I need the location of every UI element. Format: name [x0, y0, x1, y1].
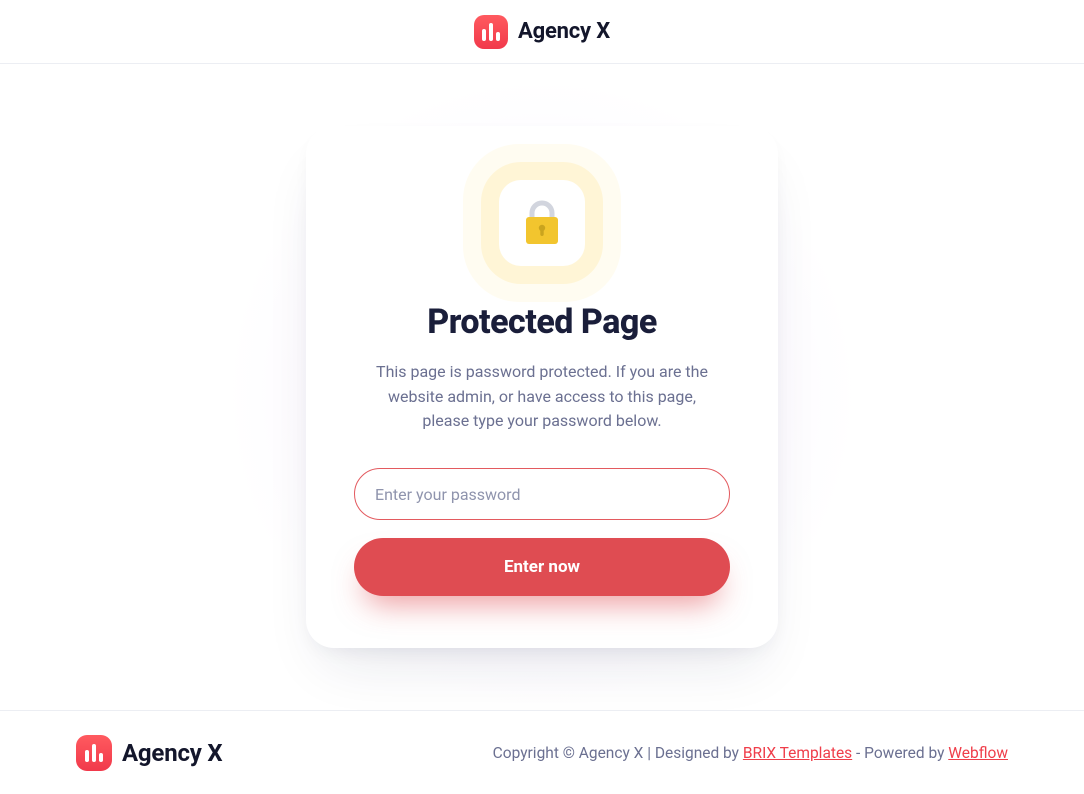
page-title: Protected Page — [354, 302, 730, 342]
brand-name: Agency X — [122, 739, 222, 767]
lock-icon — [520, 199, 564, 247]
brand-logo-link[interactable]: Agency X — [474, 15, 610, 49]
password-input[interactable] — [354, 468, 730, 520]
footer-sep: - Powered by — [852, 744, 948, 762]
footer-brand-logo-link[interactable]: Agency X — [76, 735, 222, 771]
footer-text: Copyright © Agency X | Designed by BRIX … — [493, 744, 1008, 762]
powered-by-link[interactable]: Webflow — [948, 744, 1008, 762]
password-card: Protected Page This page is password pro… — [306, 126, 778, 648]
footer-copyright: Copyright © Agency X | Designed by — [493, 744, 743, 762]
designer-link[interactable]: BRIX Templates — [743, 744, 852, 762]
header: Agency X — [0, 0, 1084, 64]
page-description: This page is password protected. If you … — [372, 360, 712, 434]
main-content: Protected Page This page is password pro… — [0, 64, 1084, 710]
brand-logo-icon — [474, 15, 508, 49]
footer: Agency X Copyright © Agency X | Designed… — [0, 710, 1084, 794]
brand-logo-icon — [76, 735, 112, 771]
lock-icon-tile — [499, 180, 585, 266]
brand-name: Agency X — [518, 19, 610, 44]
enter-button[interactable]: Enter now — [354, 538, 730, 596]
